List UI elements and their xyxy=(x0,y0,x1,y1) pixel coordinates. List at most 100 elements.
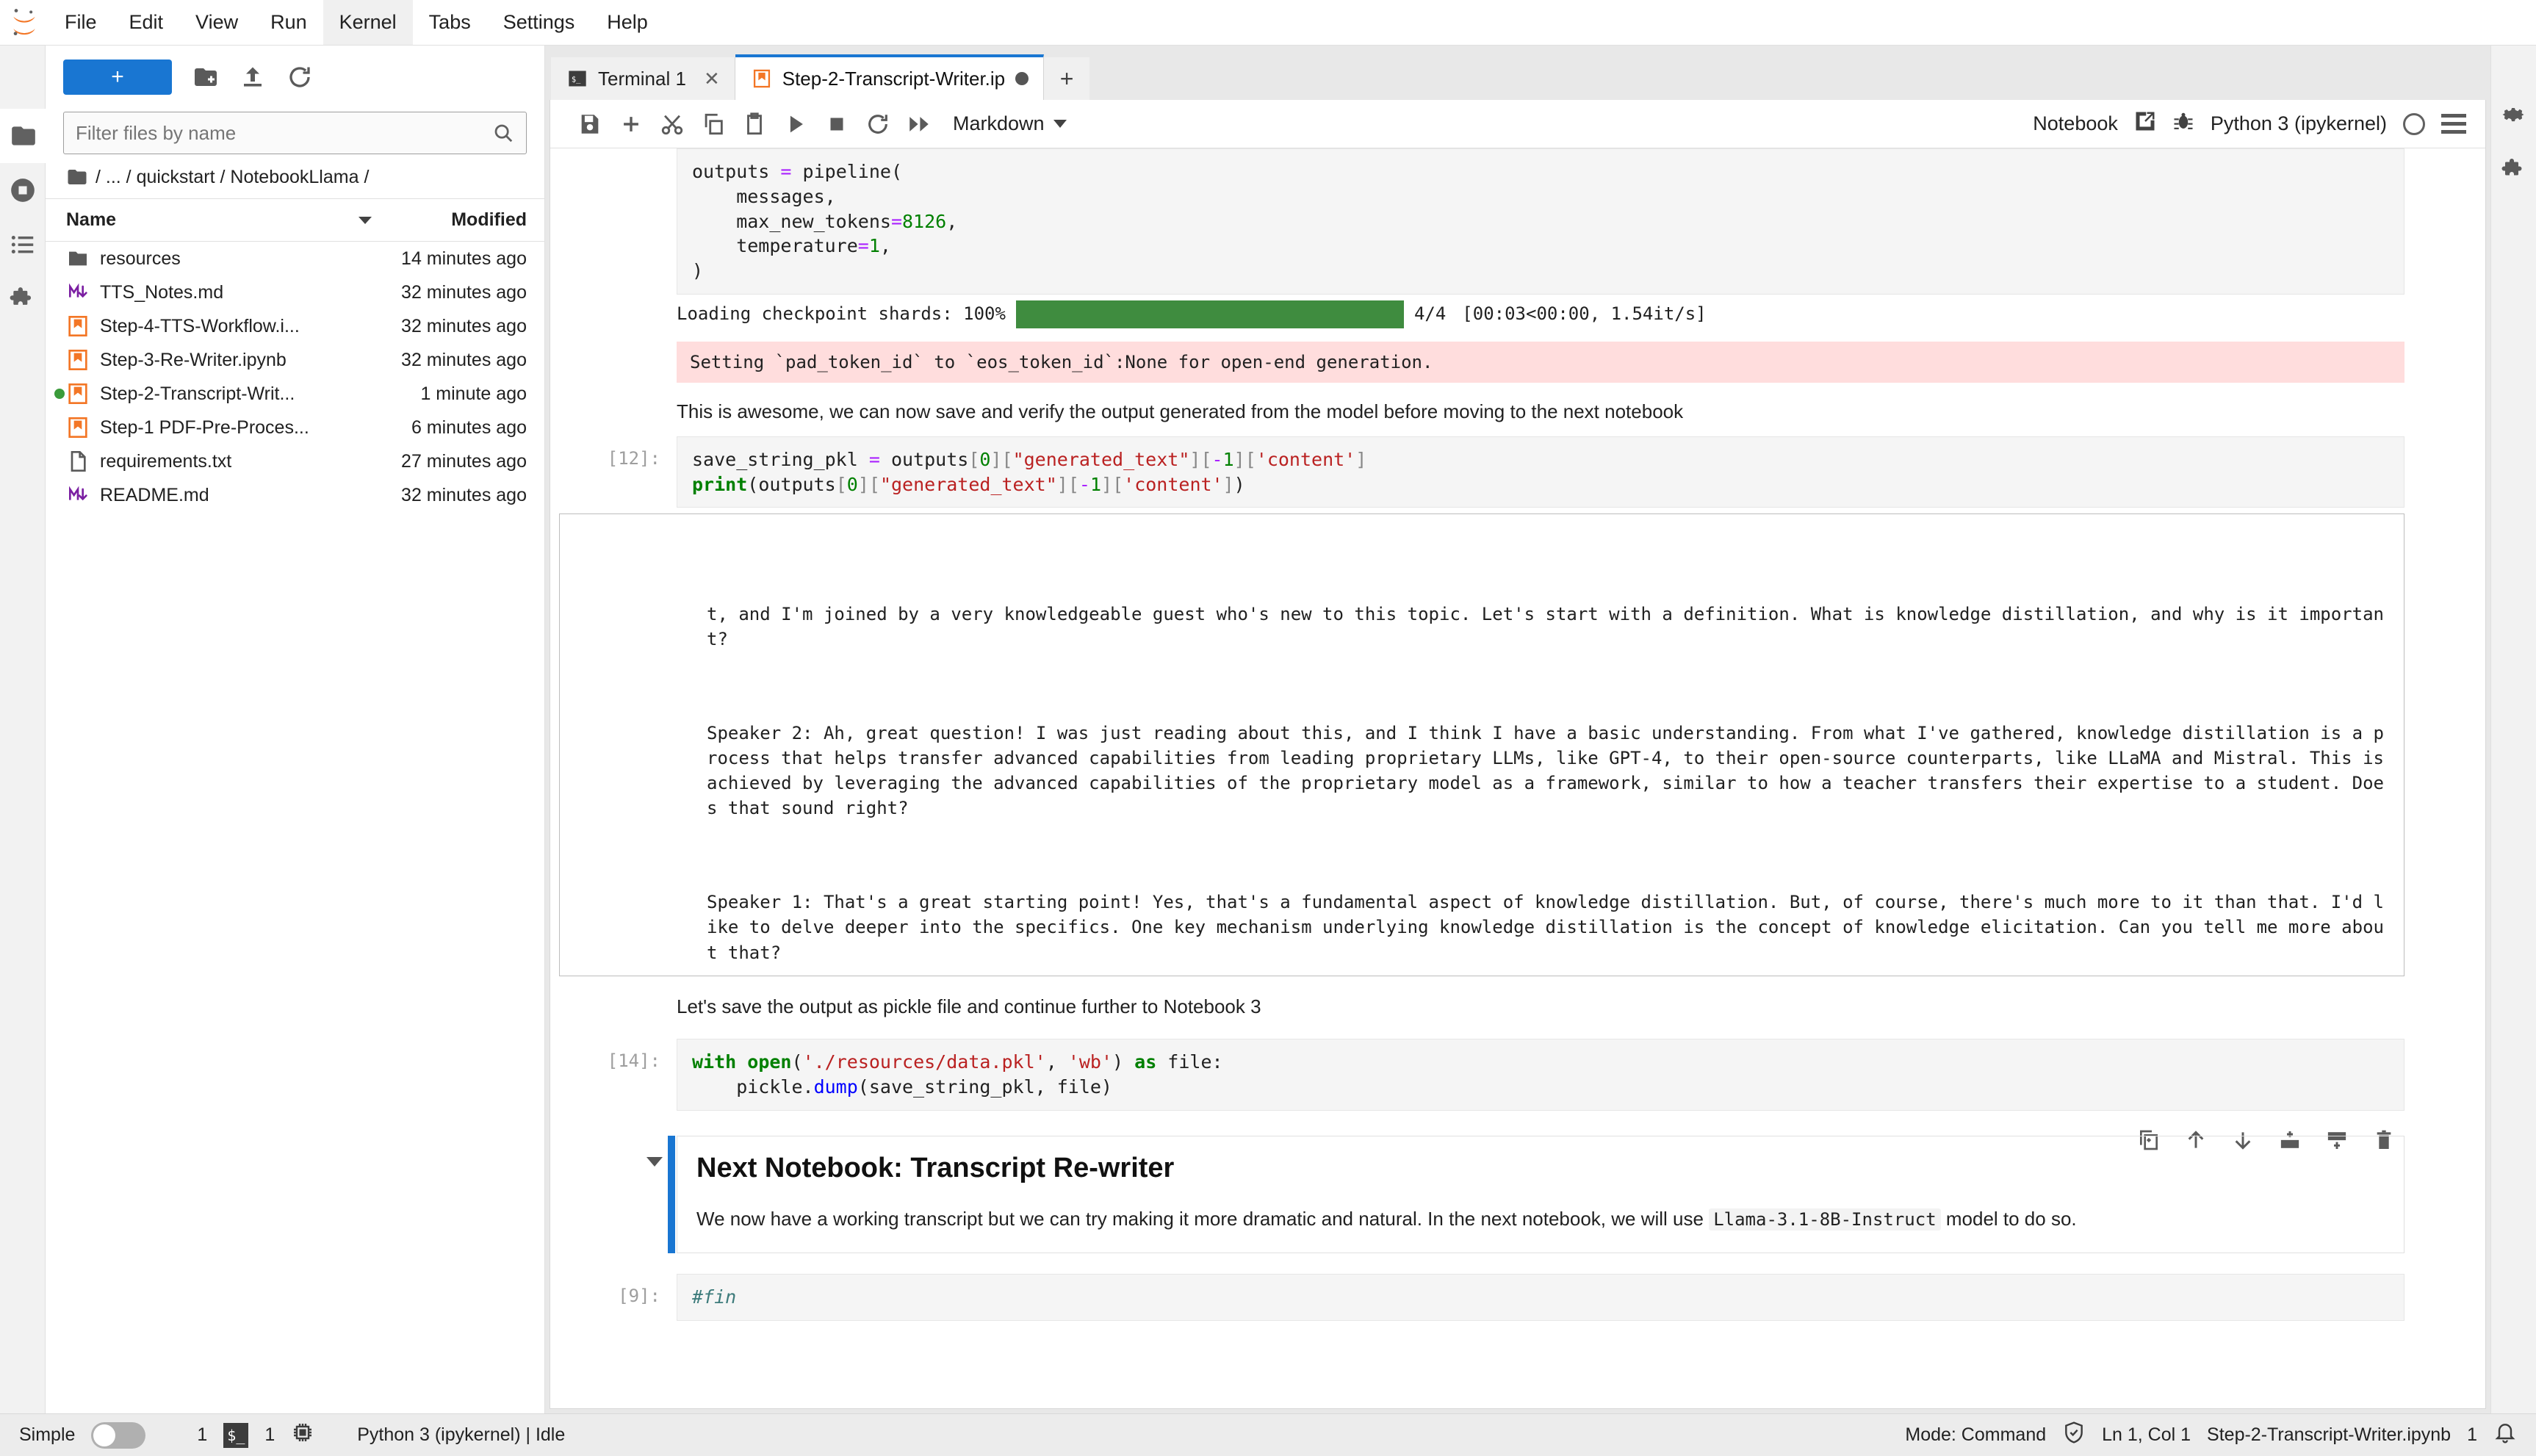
file-name: Step-1 PDF-Pre-Proces... xyxy=(100,417,358,439)
cell-prompt-empty xyxy=(550,976,677,1031)
file-browser-toolbar: + xyxy=(46,46,544,109)
edit-mode-label: Mode: Command xyxy=(1905,1424,2046,1446)
sidebar-item-running-sessions[interactable] xyxy=(0,163,46,217)
markdown-cell[interactable]: This is awesome, we can now save and ver… xyxy=(550,390,2485,436)
terminal-icon: $_ xyxy=(567,68,588,89)
file-name: Step-4-TTS-Workflow.i... xyxy=(100,316,358,337)
markdown-cell-selected[interactable]: Next Notebook: Transcript Re-writer We n… xyxy=(550,1136,2485,1253)
upload-icon[interactable] xyxy=(239,64,266,90)
file-modified: 32 minutes ago xyxy=(358,350,527,371)
code-editor[interactable]: save_string_pkl = outputs[0]["generated_… xyxy=(677,436,2404,508)
code-editor[interactable]: outputs = pipeline( messages, max_new_to… xyxy=(677,148,2404,295)
menu-help[interactable]: Help xyxy=(591,0,664,45)
cell-type-value: Markdown xyxy=(953,112,1045,135)
menu-kernel[interactable]: Kernel xyxy=(323,0,413,45)
unsaved-indicator-dot[interactable] xyxy=(1015,72,1029,85)
tab-step-2-transcript-writer[interactable]: Step-2-Transcript-Writer.ip xyxy=(735,54,1044,100)
external-link-icon[interactable] xyxy=(2134,110,2156,137)
file-modified: 32 minutes ago xyxy=(358,282,527,303)
right-sidebar xyxy=(2490,46,2536,1413)
close-icon[interactable]: ✕ xyxy=(704,68,720,90)
notebook-icon xyxy=(752,68,772,89)
search-input[interactable] xyxy=(76,122,492,145)
cell-prompt-empty xyxy=(550,1136,677,1253)
sidebar-item-table-of-contents[interactable] xyxy=(0,217,46,272)
restart-icon[interactable] xyxy=(857,104,898,145)
menu-file[interactable]: File xyxy=(48,0,113,45)
gear-icon[interactable] xyxy=(2501,101,2527,131)
menu-view[interactable]: View xyxy=(179,0,254,45)
column-header-modified[interactable]: Modified xyxy=(372,209,527,231)
bug-icon[interactable] xyxy=(2172,110,2194,137)
refresh-icon[interactable] xyxy=(287,64,313,90)
hamburger-icon[interactable] xyxy=(2441,114,2466,134)
notebook-icon xyxy=(66,314,100,338)
scissors-icon[interactable] xyxy=(652,104,693,145)
list-item[interactable]: Step-3-Re-Writer.ipynb 32 minutes ago xyxy=(46,343,544,377)
code-editor[interactable]: with open('./resources/data.pkl', 'wb') … xyxy=(677,1039,2404,1111)
code-cell[interactable]: [14]: with open('./resources/data.pkl', … xyxy=(550,1039,2485,1111)
menu-bar: File Edit View Run Kernel Tabs Settings … xyxy=(0,0,2536,46)
simple-mode-label: Simple xyxy=(19,1424,75,1446)
terminal-icon[interactable]: $_ xyxy=(223,1423,248,1448)
markdown-body-after: model to do so. xyxy=(1941,1208,2077,1230)
file-modified: 32 minutes ago xyxy=(358,316,527,337)
file-name: TTS_Notes.md xyxy=(100,282,358,303)
list-item[interactable]: Step-2-Transcript-Writ... 1 minute ago xyxy=(46,377,544,411)
list-item[interactable]: resources 14 minutes ago xyxy=(46,242,544,275)
file-filter-box[interactable] xyxy=(63,112,527,154)
file-list: resources 14 minutes ago TTS_Notes.md 32… xyxy=(46,242,544,1413)
code-cell[interactable]: [12]: save_string_pkl = outputs[0]["gene… xyxy=(550,436,2485,977)
fast-forward-icon[interactable] xyxy=(898,104,940,145)
list-item[interactable]: Step-4-TTS-Workflow.i... 32 minutes ago xyxy=(46,309,544,343)
notebook-cell-scroller[interactable]: outputs = pipeline( messages, max_new_to… xyxy=(550,148,2485,1408)
menu-settings[interactable]: Settings xyxy=(487,0,591,45)
shield-check-icon[interactable] xyxy=(2062,1421,2086,1449)
simple-mode-toggle[interactable] xyxy=(91,1422,145,1449)
chevron-down-icon xyxy=(1053,120,1067,128)
menu-run[interactable]: Run xyxy=(254,0,323,45)
scrolled-output[interactable]: t, and I'm joined by a very knowledgeabl… xyxy=(559,513,2404,976)
list-item[interactable]: TTS_Notes.md 32 minutes ago xyxy=(46,275,544,309)
new-folder-icon[interactable] xyxy=(192,64,219,90)
sort-by-name[interactable]: Name xyxy=(66,209,372,231)
kernel-name-label[interactable]: Python 3 (ipykernel) xyxy=(2211,112,2387,135)
copy-icon[interactable] xyxy=(693,104,734,145)
new-launcher-button[interactable]: + xyxy=(63,60,172,95)
list-item[interactable]: requirements.txt 27 minutes ago xyxy=(46,444,544,478)
list-item[interactable]: Step-1 PDF-Pre-Proces... 6 minutes ago xyxy=(46,411,544,444)
markdown-cell[interactable]: Let's save the output as pickle file and… xyxy=(550,976,2485,1031)
folder-icon xyxy=(66,166,88,188)
tab-terminal-1[interactable]: $_ Terminal 1 ✕ xyxy=(551,57,735,100)
breadcrumb[interactable]: / ... / quickstart / NotebookLlama / xyxy=(46,154,544,198)
menu-edit[interactable]: Edit xyxy=(113,0,180,45)
plus-icon[interactable] xyxy=(610,104,652,145)
cell-prompt: [14]: xyxy=(550,1039,677,1111)
bell-icon[interactable] xyxy=(2493,1421,2517,1449)
new-tab-button[interactable]: + xyxy=(1044,57,1089,100)
idle-circle-icon xyxy=(2403,113,2425,135)
output-progress-cell: Loading checkpoint shards: 100% 4/4 [00:… xyxy=(550,295,2485,390)
file-icon xyxy=(66,450,100,473)
stop-icon[interactable] xyxy=(816,104,857,145)
list-item[interactable]: README.md 32 minutes ago xyxy=(46,478,544,512)
code-cell[interactable]: [9]: #fin xyxy=(550,1274,2485,1321)
rendered-markdown[interactable]: Next Notebook: Transcript Re-writer We n… xyxy=(677,1136,2404,1253)
play-icon[interactable] xyxy=(775,104,816,145)
kernel-status-label[interactable]: Python 3 (ipykernel) | Idle xyxy=(357,1424,565,1446)
menu-tabs[interactable]: Tabs xyxy=(413,0,487,45)
progress-timing: [00:03<00:00, 1.54it/s] xyxy=(1462,301,1706,327)
save-icon[interactable] xyxy=(569,104,610,145)
collapse-caret-icon[interactable] xyxy=(646,1157,663,1167)
notebook-icon xyxy=(66,416,100,439)
cell-type-select[interactable]: Markdown xyxy=(953,112,1067,135)
sidebar-item-file-browser[interactable] xyxy=(0,109,46,163)
paste-icon[interactable] xyxy=(734,104,775,145)
code-editor[interactable]: #fin xyxy=(677,1274,2404,1321)
markdown-icon xyxy=(66,281,100,304)
cpu-icon[interactable] xyxy=(291,1421,314,1449)
sidebar-item-extension-manager[interactable] xyxy=(0,272,46,326)
code-cell[interactable]: outputs = pipeline( messages, max_new_to… xyxy=(550,148,2485,295)
extension-icon[interactable] xyxy=(2501,156,2527,187)
file-name: Step-2-Transcript-Writ... xyxy=(100,383,358,405)
